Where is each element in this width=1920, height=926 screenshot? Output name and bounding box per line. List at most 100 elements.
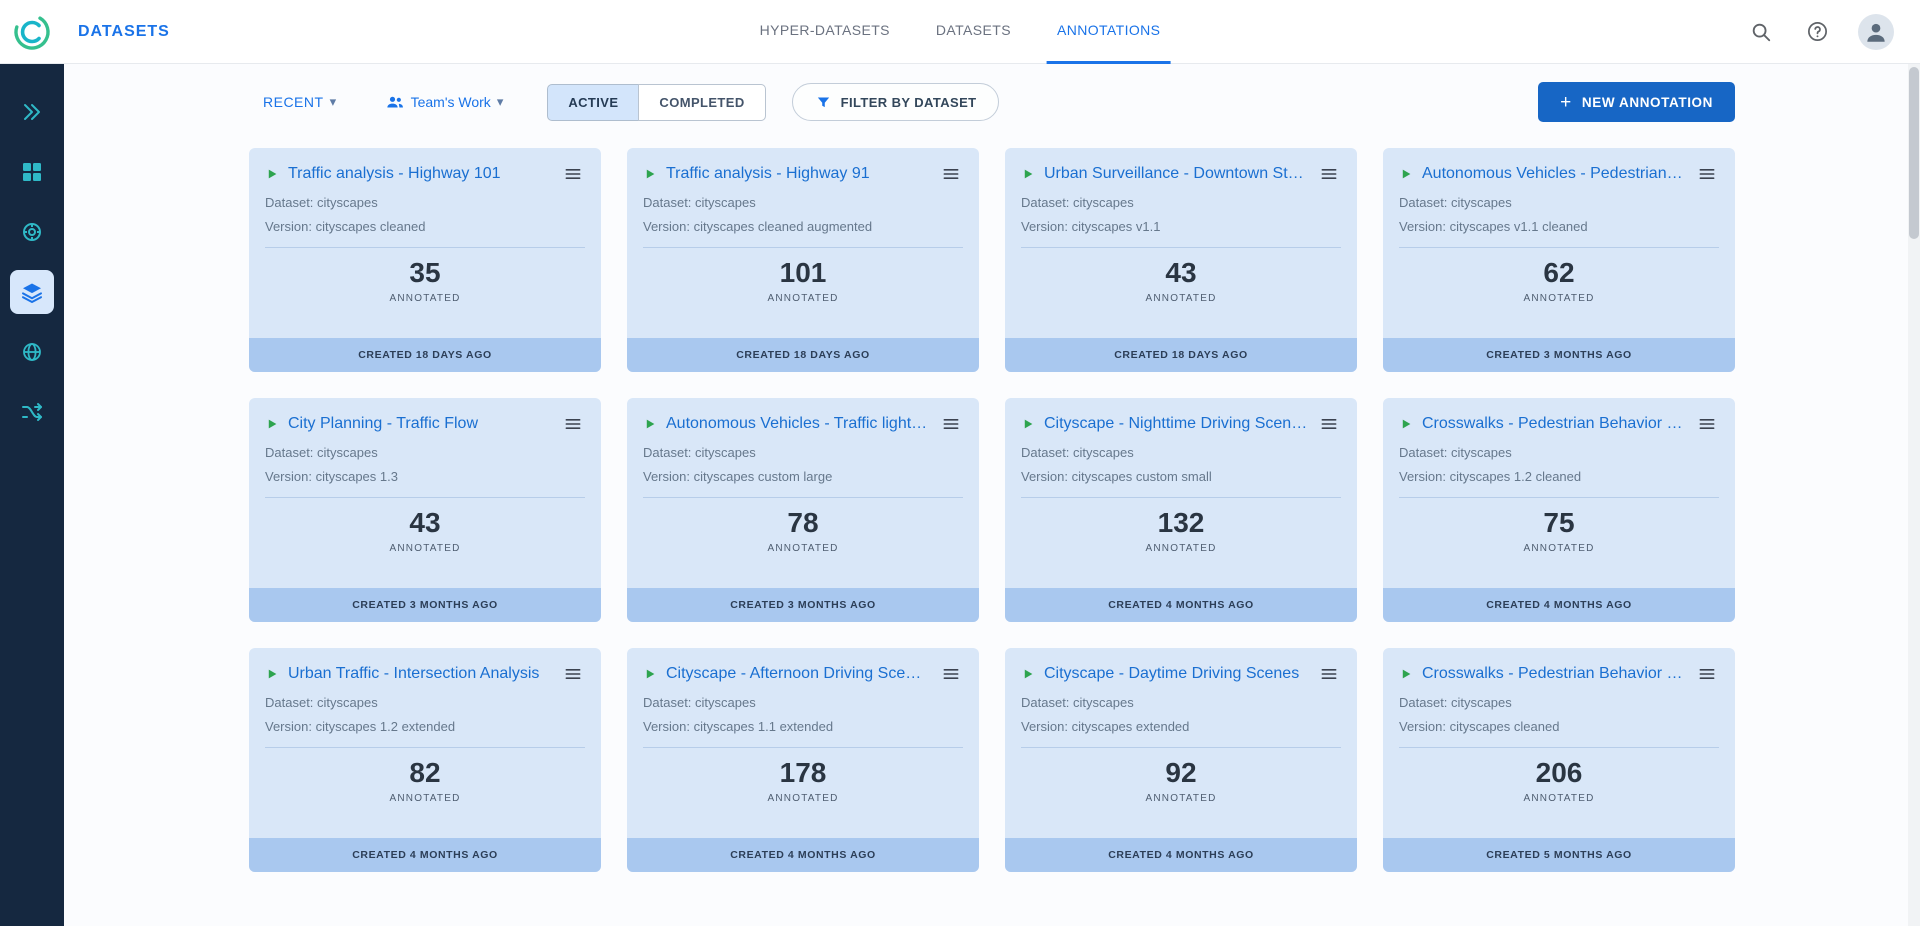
primary-tabs: HYPER-DATASETS DATASETS ANNOTATIONS <box>750 0 1171 64</box>
annotated-label: ANNOTATED <box>1021 793 1341 804</box>
card-version: Version: cityscapes custom small <box>1021 469 1341 498</box>
card-title[interactable]: Autonomous Vehicles - Pedestrian … <box>1422 165 1686 183</box>
play-status-icon <box>1399 417 1413 431</box>
sidebar-item-tasks[interactable] <box>10 210 54 254</box>
annotation-task-card[interactable]: Crosswalks - Pedestrian Behavior P… Data… <box>1383 398 1735 622</box>
card-menu-icon[interactable] <box>1695 412 1719 436</box>
search-icon[interactable] <box>1746 17 1776 47</box>
annotation-task-card[interactable]: Cityscape - Daytime Driving Scenes Datas… <box>1005 648 1357 872</box>
card-menu-icon[interactable] <box>1317 662 1341 686</box>
filter-active-button[interactable]: ACTIVE <box>547 84 639 121</box>
scrollbar-thumb[interactable] <box>1909 67 1919 239</box>
card-title[interactable]: Autonomous Vehicles - Traffic light … <box>666 415 930 433</box>
card-version: Version: cityscapes 1.3 <box>265 469 585 498</box>
plus-icon: + <box>1560 93 1572 112</box>
card-menu-icon[interactable] <box>939 662 963 686</box>
card-title[interactable]: Traffic analysis - Highway 101 <box>288 165 552 183</box>
play-status-icon <box>1399 667 1413 681</box>
annotated-count: 82 <box>265 757 585 789</box>
card-created-badge: CREATED 4 MONTHS AGO <box>1383 588 1735 622</box>
card-menu-icon[interactable] <box>1695 162 1719 186</box>
card-created-badge: CREATED 4 MONTHS AGO <box>1005 588 1357 622</box>
new-annotation-button[interactable]: + NEW ANNOTATION <box>1538 82 1735 122</box>
filter-by-dataset-button[interactable]: FILTER BY DATASET <box>792 83 1000 121</box>
card-created-badge: CREATED 18 DAYS AGO <box>1005 338 1357 372</box>
sidebar-item-annotations[interactable] <box>10 270 54 314</box>
card-version: Version: cityscapes cleaned augmented <box>643 219 963 248</box>
annotated-count: 75 <box>1399 507 1719 539</box>
card-title[interactable]: Cityscape - Daytime Driving Scenes <box>1044 665 1308 683</box>
card-version: Version: cityscapes cleaned <box>1399 719 1719 748</box>
toolbar: RECENT ▾ Team's Work ▾ ACTIVE COMPLETED <box>249 80 1735 124</box>
tab-hyper-datasets[interactable]: HYPER-DATASETS <box>750 0 900 64</box>
annotated-count: 101 <box>643 257 963 289</box>
card-menu-icon[interactable] <box>561 162 585 186</box>
tab-annotations[interactable]: ANNOTATIONS <box>1047 0 1170 64</box>
sidebar-item-pipelines[interactable] <box>10 390 54 434</box>
card-menu-icon[interactable] <box>939 162 963 186</box>
dataloop-logo-icon <box>13 13 51 51</box>
card-title[interactable]: Traffic analysis - Highway 91 <box>666 165 930 183</box>
annotation-task-card[interactable]: Traffic analysis - Highway 101 Dataset: … <box>249 148 601 372</box>
card-created-badge: CREATED 18 DAYS AGO <box>249 338 601 372</box>
sidebar-item-models[interactable] <box>10 330 54 374</box>
card-version: Version: cityscapes 1.1 extended <box>643 719 963 748</box>
card-menu-icon[interactable] <box>939 412 963 436</box>
annotated-label: ANNOTATED <box>643 793 963 804</box>
card-title[interactable]: Crosswalks - Pedestrian Behavior P… <box>1422 415 1686 433</box>
annotated-label: ANNOTATED <box>265 543 585 554</box>
user-avatar[interactable] <box>1858 14 1894 50</box>
sidebar-item-datasets[interactable] <box>10 150 54 194</box>
annotation-task-card[interactable]: City Planning - Traffic Flow Dataset: ci… <box>249 398 601 622</box>
card-dataset: Dataset: cityscapes <box>643 195 963 210</box>
scope-dropdown[interactable]: Team's Work ▾ <box>385 92 504 112</box>
card-dataset: Dataset: cityscapes <box>265 445 585 460</box>
card-dataset: Dataset: cityscapes <box>265 195 585 210</box>
card-title[interactable]: Crosswalks - Pedestrian Behavior P… <box>1422 665 1686 683</box>
annotation-task-card[interactable]: Cityscape - Afternoon Driving Scenes Dat… <box>627 648 979 872</box>
sort-dropdown[interactable]: RECENT ▾ <box>263 94 337 110</box>
card-created-badge: CREATED 3 MONTHS AGO <box>249 588 601 622</box>
tab-datasets[interactable]: DATASETS <box>926 0 1021 64</box>
play-status-icon <box>265 667 279 681</box>
card-menu-icon[interactable] <box>1695 662 1719 686</box>
annotation-task-card[interactable]: Cityscape - Nighttime Driving Scenes Dat… <box>1005 398 1357 622</box>
annotation-task-card[interactable]: Crosswalks - Pedestrian Behavior P… Data… <box>1383 648 1735 872</box>
play-status-icon <box>265 417 279 431</box>
annotated-count: 35 <box>265 257 585 289</box>
card-dataset: Dataset: cityscapes <box>265 695 585 710</box>
card-title[interactable]: Urban Traffic - Intersection Analysis <box>288 665 552 683</box>
play-status-icon <box>265 167 279 181</box>
annotation-task-card[interactable]: Urban Surveillance - Downtown Stre… Data… <box>1005 148 1357 372</box>
card-title[interactable]: City Planning - Traffic Flow <box>288 415 552 433</box>
card-menu-icon[interactable] <box>561 662 585 686</box>
play-status-icon <box>643 167 657 181</box>
annotation-task-card[interactable]: Autonomous Vehicles - Traffic light … Da… <box>627 398 979 622</box>
card-menu-icon[interactable] <box>1317 162 1341 186</box>
team-icon <box>385 92 405 112</box>
app-logo[interactable] <box>0 13 64 51</box>
card-title[interactable]: Cityscape - Nighttime Driving Scenes <box>1044 415 1308 433</box>
card-dataset: Dataset: cityscapes <box>643 445 963 460</box>
card-menu-icon[interactable] <box>561 412 585 436</box>
filter-completed-button[interactable]: COMPLETED <box>638 84 765 121</box>
annotated-label: ANNOTATED <box>1399 293 1719 304</box>
sidebar-item-launch[interactable] <box>10 90 54 134</box>
annotation-task-card[interactable]: Urban Traffic - Intersection Analysis Da… <box>249 648 601 872</box>
annotations-layers-icon <box>20 280 44 304</box>
annotated-label: ANNOTATED <box>1399 793 1719 804</box>
tasks-icon <box>20 220 44 244</box>
person-icon <box>1863 19 1889 45</box>
card-title[interactable]: Urban Surveillance - Downtown Stre… <box>1044 165 1308 183</box>
card-created-badge: CREATED 18 DAYS AGO <box>627 338 979 372</box>
annotated-count: 43 <box>265 507 585 539</box>
help-icon[interactable] <box>1802 17 1832 47</box>
card-menu-icon[interactable] <box>1317 412 1341 436</box>
annotation-task-card[interactable]: Traffic analysis - Highway 91 Dataset: c… <box>627 148 979 372</box>
card-title[interactable]: Cityscape - Afternoon Driving Scenes <box>666 665 930 683</box>
play-status-icon <box>643 417 657 431</box>
card-created-badge: CREATED 3 MONTHS AGO <box>627 588 979 622</box>
annotation-task-card[interactable]: Autonomous Vehicles - Pedestrian … Datas… <box>1383 148 1735 372</box>
caret-down-icon: ▾ <box>330 94 337 110</box>
filter-icon <box>815 94 832 111</box>
